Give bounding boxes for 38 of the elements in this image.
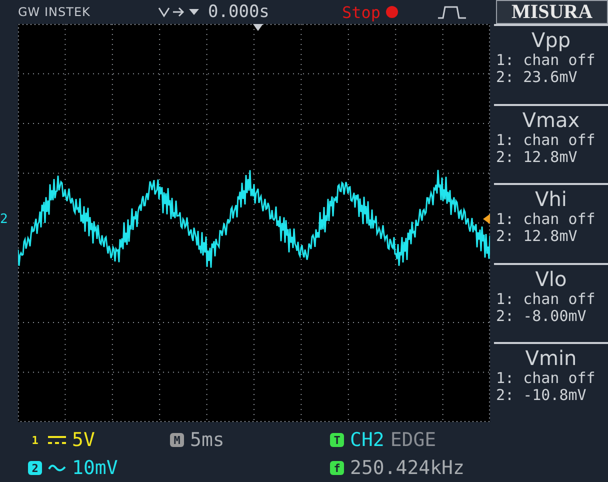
measurement-title: Vmin — [524, 346, 578, 370]
measurement-value: 2: 12.8mV — [495, 228, 578, 246]
channel-badge: 2 — [28, 461, 42, 475]
measurement-title: Vlo — [534, 266, 568, 291]
measurement-value: 1: chan off — [495, 132, 596, 149]
ac-coupling-icon — [48, 463, 66, 473]
channel-scale: 10mV — [72, 457, 118, 479]
trigger-edge-icon — [158, 6, 202, 18]
channel-number: 1 — [30, 433, 40, 447]
timebase-badge: M — [170, 433, 184, 447]
measurement-value: 1: chan off — [495, 370, 596, 388]
dc-coupling-icon — [48, 435, 66, 445]
run-status[interactable]: Stop — [342, 2, 399, 22]
measurement-value: 2: -8.00mV — [495, 308, 588, 325]
frequency-badge: f — [330, 461, 344, 475]
trigger-badge: T — [330, 433, 344, 447]
brand-logo: GW INSTEK — [18, 5, 92, 19]
measurement-title: Vmax — [521, 108, 581, 132]
mode-label: MISURA — [496, 0, 608, 24]
time-offset: 0.000s — [208, 2, 270, 22]
trigger-level-icon — [483, 214, 490, 224]
measurement-title: Vpp — [530, 28, 572, 52]
trigger-type: EDGE — [390, 429, 436, 451]
measurement-value: 2: 12.8mV — [495, 148, 578, 166]
channel-scale: 5V — [72, 429, 95, 451]
trigger-source: CH2 — [350, 429, 384, 451]
measurement-value: 2: -10.8mV — [495, 387, 588, 404]
pulse-icon — [436, 5, 467, 19]
measurement-value: 2: 23.6mV — [495, 69, 578, 86]
measurement-value: 1: chan off — [495, 290, 596, 308]
trigger-position-icon — [253, 24, 263, 31]
measurement-title: Vhi — [534, 187, 568, 212]
timebase-value: 5ms — [190, 429, 224, 451]
channel-marker: 2 — [0, 212, 8, 227]
status-dot-icon — [384, 5, 399, 19]
frequency-value: 250.424kHz — [350, 457, 464, 479]
measurement-value: 1: chan off — [495, 211, 596, 228]
measurement-value: 1: chan off — [495, 52, 596, 69]
